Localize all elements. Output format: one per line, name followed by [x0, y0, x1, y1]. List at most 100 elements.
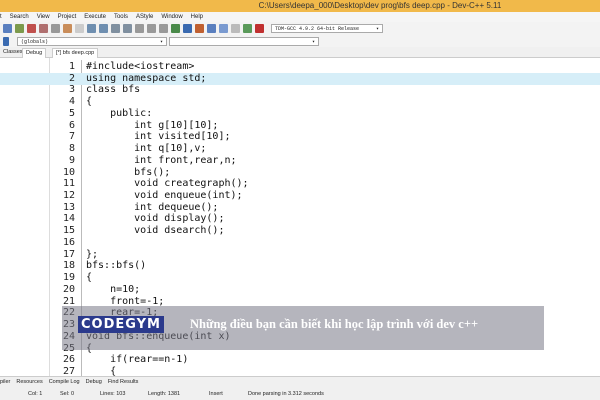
debug-check-icon[interactable]: [219, 24, 228, 33]
status-col: Col: 1: [28, 391, 43, 397]
line-number: 13: [62, 201, 75, 213]
code-text: public:: [86, 107, 153, 119]
bookmark-icon[interactable]: [123, 24, 132, 33]
menu-item[interactable]: Execute: [84, 12, 106, 22]
compile-icon[interactable]: [171, 24, 180, 33]
code-line[interactable]: 7 int visited[10];: [0, 131, 600, 143]
bottom-tab[interactable]: Find Results: [108, 377, 139, 388]
rebuild-icon[interactable]: [207, 24, 216, 33]
chevron-down-icon: ▾: [375, 26, 379, 32]
print-icon[interactable]: [51, 24, 60, 33]
line-number: 15: [62, 225, 75, 237]
new-file-icon[interactable]: [3, 24, 12, 33]
bottom-tab[interactable]: Debug: [86, 377, 102, 388]
menu-item[interactable]: Tools: [114, 12, 128, 22]
stop-icon[interactable]: [231, 24, 240, 33]
save-icon[interactable]: [27, 24, 36, 33]
code-line[interactable]: 18 bfs::bfs(): [0, 260, 600, 272]
line-number: 7: [68, 131, 75, 143]
code-line[interactable]: 10 bfs();: [0, 167, 600, 179]
member-select[interactable]: ▾: [169, 36, 319, 46]
menu-item[interactable]: View: [37, 12, 50, 22]
code-line[interactable]: 2 using namespace std;: [0, 72, 600, 85]
code-line[interactable]: 4{: [0, 96, 600, 108]
main-toolbar: TDM-GCC 4.9.2 64-bit Release ▾: [0, 22, 600, 35]
code-text: bfs::bfs(): [86, 260, 147, 272]
status-message: Done parsing in 3.312 seconds: [248, 391, 324, 397]
code-line[interactable]: 14 void display();: [0, 213, 600, 225]
code-line[interactable]: 1 #include<iostream>: [0, 61, 600, 73]
line-number: 19: [62, 272, 75, 284]
banner-text: Những điều bạn cần biết khi học lập trìn…: [190, 317, 479, 331]
close-project-icon[interactable]: [255, 24, 264, 33]
undo-icon[interactable]: [63, 24, 72, 33]
chevron-down-icon: ▾: [159, 38, 163, 45]
code-text: class bfs: [86, 84, 141, 96]
status-length: Length: 1381: [148, 391, 181, 397]
code-line[interactable]: 15 void dsearch();: [0, 225, 600, 237]
code-line[interactable]: 8 int q[10],v;: [0, 143, 600, 155]
line-number: 26: [62, 354, 75, 366]
code-line[interactable]: 5 public:: [0, 108, 600, 120]
tab-debug[interactable]: Debug: [22, 48, 47, 58]
code-line[interactable]: 6 int g[10][10];: [0, 120, 600, 132]
tab-file[interactable]: [*] bfs deep.cpp: [52, 48, 99, 58]
class-browser-icon[interactable]: [3, 36, 9, 46]
bottom-tabs: piler Resources Compile Log Debug Find Resul…: [0, 376, 600, 388]
menu-item[interactable]: Window: [161, 12, 182, 22]
code-text: int g[10][10];: [86, 119, 219, 131]
replace-icon[interactable]: [99, 24, 108, 33]
code-text: int front,rear,n;: [86, 154, 237, 166]
menu-item[interactable]: t: [0, 12, 2, 22]
line-number: 18: [62, 260, 75, 272]
code-line[interactable]: 3 class bfs: [0, 84, 600, 96]
code-line[interactable]: 13 int dequeue();: [0, 202, 600, 214]
code-line[interactable]: 11 void creategraph();: [0, 178, 600, 190]
line-number: 1: [68, 61, 75, 72]
code-text: void creategraph();: [86, 178, 249, 190]
bottom-tab[interactable]: piler: [0, 377, 10, 388]
code-line[interactable]: 9 int front,rear,n;: [0, 155, 600, 167]
save-all-icon[interactable]: [39, 24, 48, 33]
menu-item[interactable]: Search: [10, 12, 29, 22]
scope-select[interactable]: (globals) ▾: [17, 36, 167, 46]
menu-item[interactable]: AStyle: [136, 12, 153, 22]
window-title: C:\Users\deepa_000\Desktop\dev prog\bfs …: [0, 0, 600, 12]
compile-run-icon[interactable]: [195, 24, 204, 33]
run-icon[interactable]: [183, 24, 192, 33]
line-number: 3: [68, 84, 75, 96]
code-line[interactable]: 20 n=10;: [0, 284, 600, 296]
unindent-icon[interactable]: [147, 24, 156, 33]
code-line[interactable]: 17};: [0, 249, 600, 261]
code-line[interactable]: 16: [0, 237, 600, 249]
status-sel: Sel: 0: [60, 391, 75, 397]
codegym-logo: CODEGYM: [78, 316, 164, 333]
code-text: if(rear==n-1): [86, 354, 189, 366]
menu-item[interactable]: Help: [191, 12, 203, 22]
code-text: void display();: [86, 213, 225, 225]
redo-icon[interactable]: [75, 24, 84, 33]
status-bar: Col: 1 Sel: 0 Lines: 103 Length: 1381 In…: [0, 388, 600, 400]
compiler-select[interactable]: TDM-GCC 4.9.2 64-bit Release ▾: [271, 24, 383, 33]
code-text: #include<iostream>: [86, 61, 195, 72]
code-line[interactable]: 26 if(rear==n-1): [0, 354, 600, 366]
bottom-tab[interactable]: Compile Log: [49, 377, 80, 388]
indent-icon[interactable]: [135, 24, 144, 33]
code-text: using namespace std;: [86, 72, 207, 84]
code-line[interactable]: 12 void enqueue(int);: [0, 190, 600, 202]
code-text: int visited[10];: [86, 131, 231, 143]
goto-icon[interactable]: [111, 24, 120, 33]
line-number: 10: [62, 166, 75, 178]
find-icon[interactable]: [87, 24, 96, 33]
line-number: 12: [62, 190, 75, 202]
code-text: };: [86, 248, 99, 260]
toggle-comment-icon[interactable]: [159, 24, 168, 33]
open-icon[interactable]: [15, 24, 24, 33]
scope-value: (globals): [21, 38, 49, 45]
code-text: {: [86, 272, 93, 284]
project-icon[interactable]: [243, 24, 252, 33]
status-mode: Insert: [209, 391, 223, 397]
code-line[interactable]: 19 {: [0, 272, 600, 284]
bottom-tab[interactable]: Resources: [16, 377, 42, 388]
menu-item[interactable]: Project: [58, 12, 77, 22]
